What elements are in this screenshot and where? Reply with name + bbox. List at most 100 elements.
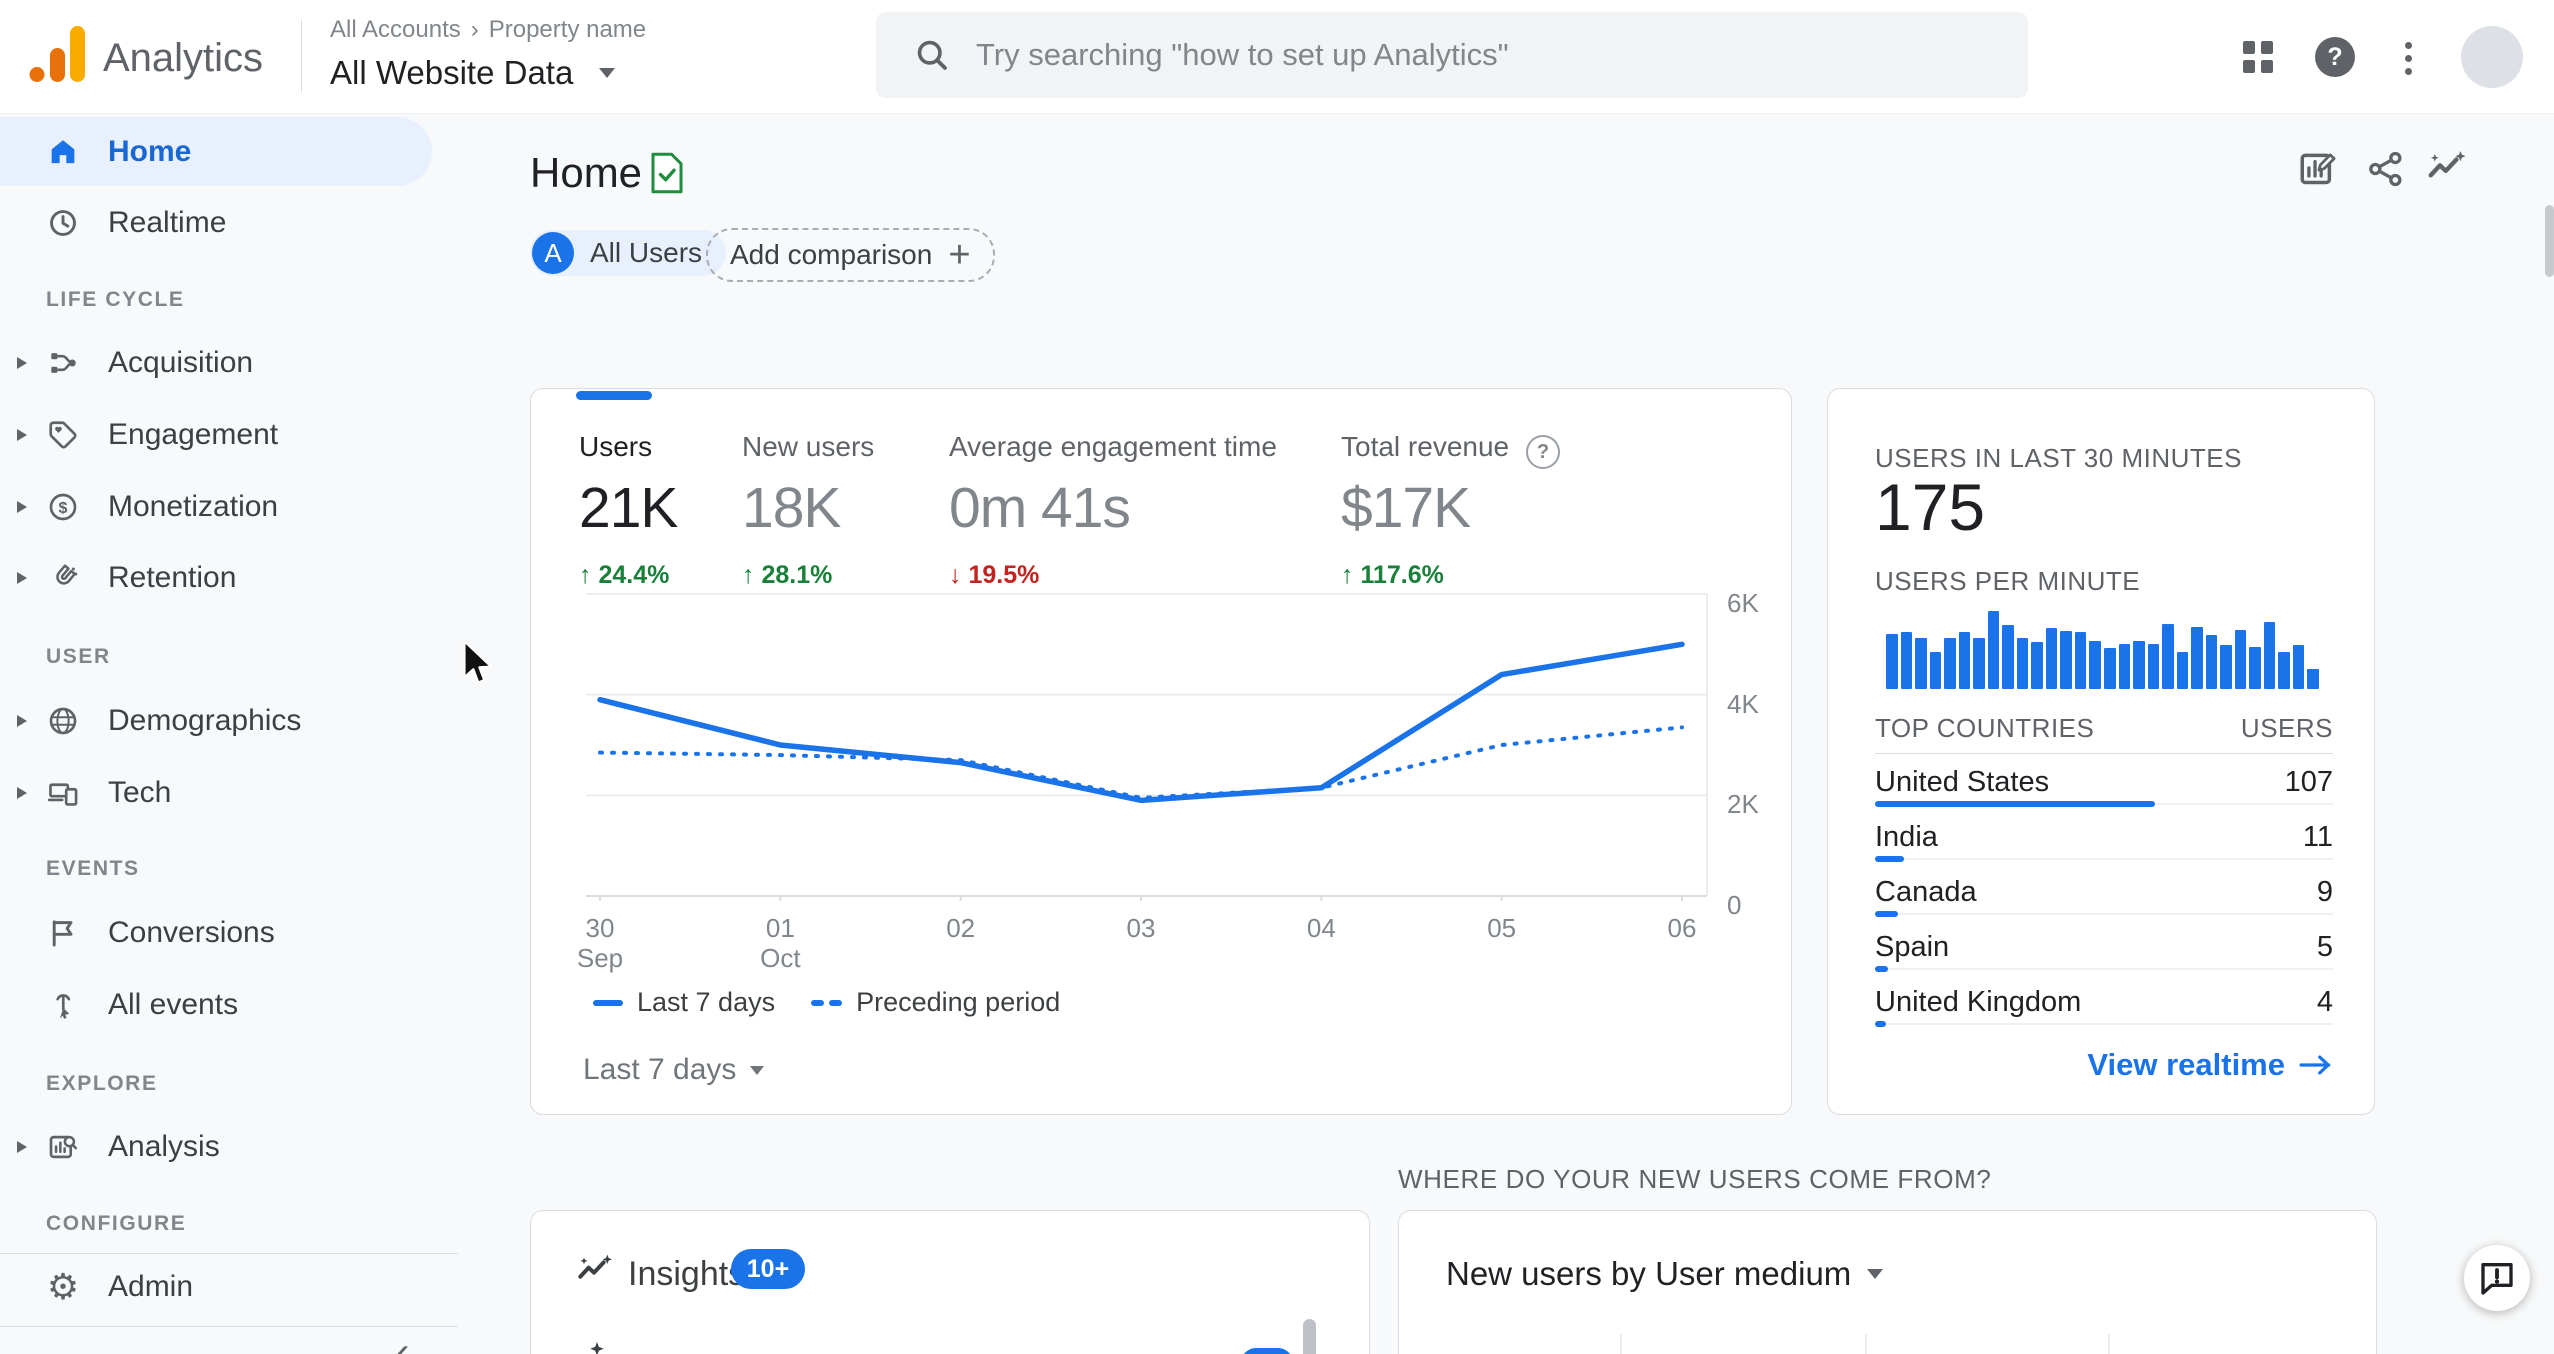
breadcrumb-current[interactable]: Property name xyxy=(489,16,646,43)
top-countries-header: TOP COUNTRIES xyxy=(1875,713,2095,743)
country-bar xyxy=(1875,911,2333,917)
insights-scrollbar[interactable] xyxy=(1303,1319,1316,1354)
users-line-chart[interactable] xyxy=(586,581,1713,901)
metric-value: $17K xyxy=(1341,476,1471,540)
property-name[interactable]: All Website Data xyxy=(330,54,573,92)
page-scrollbar[interactable] xyxy=(2545,205,2554,277)
chart-x-label: 01 Oct xyxy=(760,913,801,973)
sidebar-item-label: Admin xyxy=(108,1270,194,1303)
sidebar-section-events: EVENTS xyxy=(46,857,140,880)
country-users: 11 xyxy=(2302,821,2333,853)
metric-users[interactable]: Users 21K ↑ 24.4% xyxy=(579,431,678,590)
metric-value: 21K xyxy=(579,476,678,540)
sidebar-item-conversions[interactable]: Conversions xyxy=(0,907,458,959)
all-users-chip[interactable]: A All Users xyxy=(530,230,727,276)
country-name: United States xyxy=(1875,766,2050,798)
sidebar-item-label: Realtime xyxy=(108,206,227,239)
add-comparison-button[interactable]: Add comparison + xyxy=(706,228,995,282)
search-bar[interactable] xyxy=(876,12,2028,98)
sidebar-item-label: Retention xyxy=(108,561,237,594)
chevron-right-icon[interactable] xyxy=(17,572,27,584)
metric-total-revenue[interactable]: Total revenue $17K ↑ 117.6% xyxy=(1341,431,1509,590)
engagement-tag-icon xyxy=(46,418,80,452)
insights-count-badge[interactable]: 10+ xyxy=(731,1249,805,1289)
page-title: Home xyxy=(530,149,643,196)
metric-new-users[interactable]: New users 18K ↑ 28.1% xyxy=(742,431,874,590)
chevron-right-icon[interactable] xyxy=(17,715,27,727)
chevron-right-icon[interactable] xyxy=(17,429,27,441)
chart-y-label: 2K xyxy=(1727,789,1759,820)
sidebar-item-all-events[interactable]: All events xyxy=(0,979,458,1031)
table-divider xyxy=(1875,753,2333,754)
realtime-card: USERS IN LAST 30 MINUTES 175 USERS PER M… xyxy=(1827,388,2375,1115)
chevron-right-icon[interactable] xyxy=(17,501,27,513)
sidebar-item-label: Tech xyxy=(108,776,172,809)
country-users: 9 xyxy=(2316,876,2333,908)
sidebar-item-retention[interactable]: Retention xyxy=(0,552,458,604)
sidebar-item-analysis[interactable]: Analysis xyxy=(0,1121,458,1173)
sidebar-item-monetization[interactable]: $ Monetization xyxy=(0,481,458,533)
breadcrumb-root[interactable]: All Accounts xyxy=(330,16,461,43)
country-name: India xyxy=(1875,821,1938,853)
sidebar-item-demographics[interactable]: Demographics xyxy=(0,695,458,747)
more-menu-icon[interactable] xyxy=(2400,38,2416,78)
sidebar-item-realtime[interactable]: Realtime xyxy=(0,197,458,249)
country-name: United Kingdom xyxy=(1875,986,2082,1018)
chevron-right-icon[interactable] xyxy=(17,1141,27,1153)
country-name: Spain xyxy=(1875,931,1950,963)
metric-avg-engagement[interactable]: Average engagement time 0m 41s ↓ 19.5% xyxy=(949,431,1277,590)
chevron-down-icon xyxy=(599,68,616,78)
breadcrumb[interactable]: All Accounts › Property name xyxy=(330,16,656,44)
new-users-dimension-selector[interactable]: New users by User medium xyxy=(1446,1255,1884,1293)
date-range-selector[interactable]: Last 7 days xyxy=(583,1053,765,1087)
mouse-cursor xyxy=(463,640,493,684)
metric-label: Average engagement time xyxy=(949,431,1277,462)
arrow-right-icon xyxy=(2299,1055,2331,1075)
metric-label: Total revenue xyxy=(1341,431,1510,462)
help-icon[interactable]: ? xyxy=(2315,37,2355,77)
insights-sparkline-icon[interactable] xyxy=(2426,147,2470,191)
users-per-minute-chart[interactable] xyxy=(1886,611,2319,689)
revenue-help-icon[interactable]: ? xyxy=(1526,435,1560,469)
retention-magnet-icon xyxy=(46,561,80,595)
help-glyph: ? xyxy=(2327,42,2343,71)
analytics-logo-icon[interactable] xyxy=(26,22,90,86)
insight-item-sparkle-icon xyxy=(583,1339,611,1354)
countries-table-header: TOP COUNTRIES USERS xyxy=(1875,713,2333,744)
metric-value: 18K xyxy=(742,476,841,540)
chevron-down-icon xyxy=(750,1065,765,1075)
search-input[interactable] xyxy=(974,36,1998,74)
sidebar-item-home[interactable]: Home xyxy=(0,117,432,186)
sidebar-item-acquisition[interactable]: Acquisition xyxy=(0,337,458,389)
account-avatar[interactable] xyxy=(2461,26,2523,88)
sidebar-section-explore: EXPLORE xyxy=(46,1072,158,1095)
chart-y-label: 6K xyxy=(1727,588,1759,618)
sidebar-item-label: All events xyxy=(108,988,239,1021)
collapse-sidebar-icon[interactable]: ‹ xyxy=(396,1330,409,1354)
clock-icon xyxy=(46,206,80,240)
chevron-right-icon[interactable] xyxy=(17,357,27,369)
chevron-right-icon[interactable] xyxy=(17,787,27,799)
apps-grid-icon[interactable] xyxy=(2238,37,2278,77)
chart-y-label: 0 xyxy=(1727,890,1742,920)
sidebar-item-label: Acquisition xyxy=(108,346,254,379)
property-selector[interactable]: All Website Data xyxy=(330,54,616,92)
share-icon[interactable] xyxy=(2364,147,2408,191)
chart-y-label: 4K xyxy=(1727,688,1759,719)
sidebar-item-admin[interactable]: ⚙ Admin xyxy=(0,1261,458,1313)
home-icon xyxy=(46,135,80,169)
sidebar-item-engagement[interactable]: Engagement xyxy=(0,409,458,461)
country-users: 5 xyxy=(2316,931,2333,963)
customize-report-icon[interactable] xyxy=(2296,147,2340,191)
insight-badge-partial[interactable] xyxy=(1241,1348,1293,1354)
chart-gridline xyxy=(2108,1334,2110,1354)
view-realtime-link[interactable]: View realtime xyxy=(2087,1047,2333,1083)
date-range-label: Last 7 days xyxy=(583,1053,737,1086)
chart-x-label: 04 xyxy=(1306,913,1336,943)
chevron-down-icon xyxy=(1867,1269,1884,1279)
users-overview-card: Users 21K ↑ 24.4% New users 18K ↑ 28.1% … xyxy=(530,388,1792,1115)
feedback-button[interactable] xyxy=(2464,1245,2530,1311)
sidebar-item-tech[interactable]: Tech xyxy=(0,767,458,819)
active-tab-indicator xyxy=(576,391,652,400)
chart-legend: Last 7 days Preceding period xyxy=(593,987,1060,1018)
